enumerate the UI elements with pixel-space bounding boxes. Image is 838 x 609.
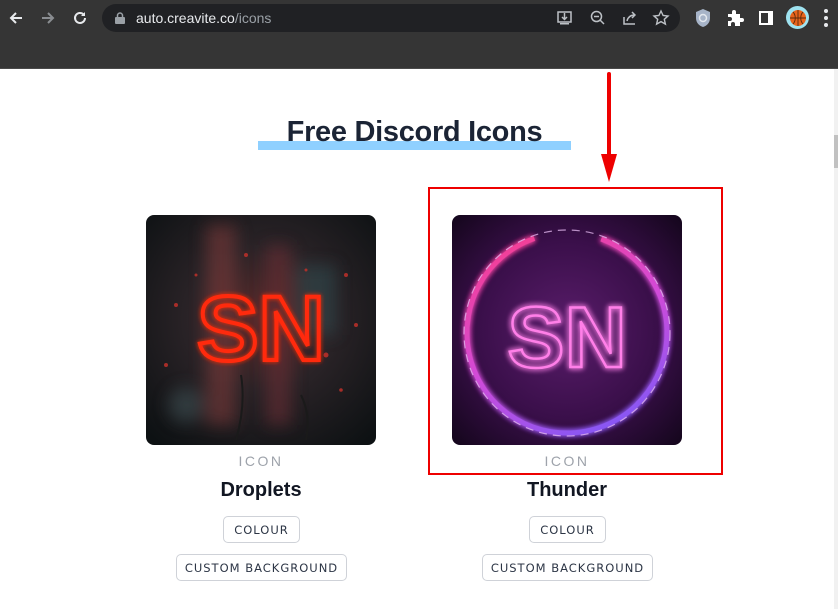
custom-background-button[interactable]: CUSTOM BACKGROUND	[482, 554, 653, 581]
droplets-sn-text: SN	[197, 278, 325, 380]
card-type-label: ICON	[238, 453, 284, 469]
lock-icon	[115, 12, 125, 24]
droplets-image: SN	[146, 215, 376, 445]
forward-button[interactable]	[36, 6, 60, 30]
bookmark-star-icon[interactable]	[652, 9, 670, 27]
share-icon[interactable]	[621, 9, 639, 27]
page-heading: Free Discord Icons	[258, 116, 571, 156]
url-text[interactable]: auto.creavite.co/icons	[136, 10, 271, 26]
scrollbar[interactable]	[834, 69, 838, 609]
url-path: /icons	[234, 10, 272, 26]
extensions-puzzle-icon[interactable]	[724, 7, 746, 29]
custom-background-button[interactable]: CUSTOM BACKGROUND	[176, 554, 347, 581]
browser-menu-icon[interactable]	[824, 9, 828, 27]
card-name: Thunder	[527, 479, 607, 501]
annotation-highlight-box	[428, 187, 723, 475]
scrollbar-thumb[interactable]	[834, 135, 838, 168]
icon-card-droplets: SN ICON Droplets COLOUR CUSTOM BACKGROUN…	[146, 215, 376, 581]
profile-avatar[interactable]	[786, 6, 809, 29]
back-button[interactable]	[4, 6, 28, 30]
basketball-icon	[789, 9, 806, 26]
browser-toolbar: auto.creavite.co/icons	[0, 0, 838, 69]
zoom-out-icon[interactable]	[589, 9, 607, 27]
back-arrow-icon	[9, 12, 22, 24]
reload-icon	[74, 11, 86, 24]
card-name: Droplets	[220, 479, 302, 501]
colour-button[interactable]: COLOUR	[223, 516, 300, 543]
install-app-icon[interactable]	[556, 9, 574, 27]
colour-button[interactable]: COLOUR	[529, 516, 606, 543]
annotation-arrow-icon	[601, 72, 617, 182]
shield-extension-icon[interactable]	[692, 7, 714, 29]
forward-arrow-icon	[42, 12, 55, 24]
url-domain: auto.creavite.co	[136, 10, 235, 26]
reload-button[interactable]	[68, 6, 92, 30]
page-title: Free Discord Icons	[286, 116, 543, 148]
icon-preview-droplets[interactable]: SN	[146, 215, 376, 445]
address-bar[interactable]: auto.creavite.co/icons	[102, 4, 680, 32]
side-panel-icon[interactable]	[755, 7, 777, 29]
